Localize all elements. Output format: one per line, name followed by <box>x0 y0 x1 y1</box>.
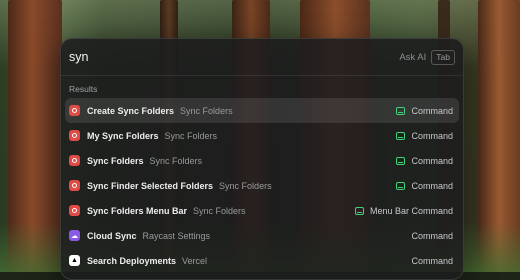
menu-bar-icon <box>396 131 406 140</box>
result-title: Sync Folders <box>87 155 144 166</box>
ask-ai-label[interactable]: Ask AI <box>399 52 426 63</box>
sync-folders-icon <box>69 130 80 141</box>
result-row-sync-folders-menu-bar[interactable]: Sync Folders Menu Bar Sync Folders Menu … <box>65 198 459 223</box>
result-kind: Menu Bar Command <box>369 205 453 216</box>
search-bar: Ask AI Tab <box>61 39 463 76</box>
result-subtitle: Sync Folders <box>180 105 233 116</box>
result-row-sync-finder-selected-folders[interactable]: Sync Finder Selected Folders Sync Folder… <box>65 173 459 198</box>
result-kind: Command <box>411 230 453 241</box>
result-row-my-sync-folders[interactable]: My Sync Folders Sync Folders Command <box>65 123 459 148</box>
results-list: Create Sync Folders Sync Folders Command… <box>61 96 463 273</box>
result-kind: Command <box>411 180 453 191</box>
result-row-sync-folders[interactable]: Sync Folders Sync Folders Command <box>65 148 459 173</box>
result-kind: Command <box>411 130 453 141</box>
result-row-cloud-sync[interactable]: ☁ Cloud Sync Raycast Settings Command <box>65 223 459 248</box>
result-title: Sync Finder Selected Folders <box>87 180 214 191</box>
menu-bar-icon <box>396 106 406 115</box>
vercel-icon: ▲ <box>69 255 80 266</box>
result-title: Sync Folders Menu Bar <box>87 205 188 216</box>
result-subtitle: Sync Folders <box>219 180 272 191</box>
result-kind: Command <box>411 155 453 166</box>
result-title: Cloud Sync <box>87 230 137 241</box>
sync-folders-icon <box>69 205 80 216</box>
result-title: Search Deployments <box>87 255 177 266</box>
result-kind: Command <box>411 255 453 266</box>
result-subtitle: Vercel <box>182 255 208 266</box>
sync-folders-icon <box>69 155 80 166</box>
result-title: My Sync Folders <box>87 130 159 141</box>
result-row-search-deployments[interactable]: ▲ Search Deployments Vercel Command <box>65 248 459 273</box>
menu-bar-icon <box>396 181 406 190</box>
cloud-sync-icon: ☁ <box>69 230 80 241</box>
menu-bar-icon <box>396 156 406 165</box>
section-title: Results <box>69 84 98 94</box>
result-subtitle: Sync Folders <box>164 130 218 141</box>
result-row-create-sync-folders[interactable]: Create Sync Folders Sync Folders Command <box>65 98 459 123</box>
tab-key-hint: Tab <box>431 49 455 65</box>
sync-folders-icon <box>69 180 80 191</box>
result-subtitle: Sync Folders <box>149 155 203 166</box>
sync-folders-icon <box>69 105 80 116</box>
menu-bar-icon <box>354 206 364 215</box>
search-input[interactable] <box>69 50 400 64</box>
result-title: Create Sync Folders <box>87 105 175 116</box>
result-subtitle: Sync Folders <box>193 205 246 216</box>
launcher-window: Ask AI Tab Results Create Sync Folders S… <box>60 38 464 280</box>
result-subtitle: Raycast Settings <box>142 230 211 241</box>
result-kind: Command <box>411 105 453 116</box>
